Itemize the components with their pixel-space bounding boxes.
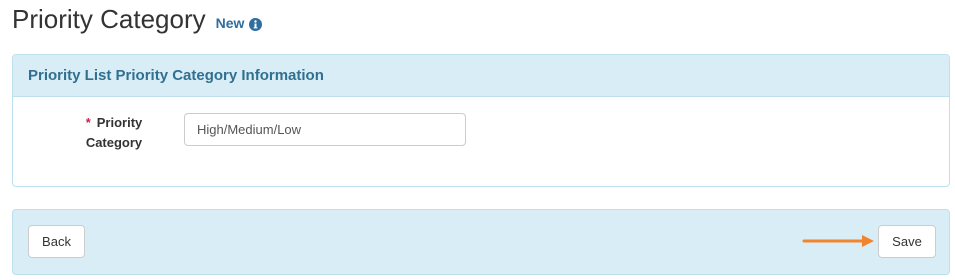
new-badge-label: New [215,15,245,31]
info-icon[interactable] [249,17,263,31]
info-panel-heading: Priority List Priority Category Informat… [13,55,949,97]
save-button[interactable]: Save [878,225,936,258]
info-panel-title: Priority List Priority Category Informat… [28,67,324,84]
label-line-1: Priority [96,115,143,130]
actions-panel: Back Save [12,209,950,275]
priority-category-input[interactable] [184,113,466,146]
label-line-2: Category [85,135,143,150]
new-badge: New [216,15,263,31]
back-button[interactable]: Back [28,225,85,258]
page-header: Priority Category New [12,4,263,35]
priority-category-label: * Priority Category [73,113,155,153]
info-panel: Priority List Priority Category Informat… [12,54,950,187]
page-title: Priority Category [12,4,206,34]
required-marker: * [85,115,91,130]
priority-category-page: Priority Category New Priority List Prio… [0,0,955,280]
right-arrow-icon [802,235,874,247]
